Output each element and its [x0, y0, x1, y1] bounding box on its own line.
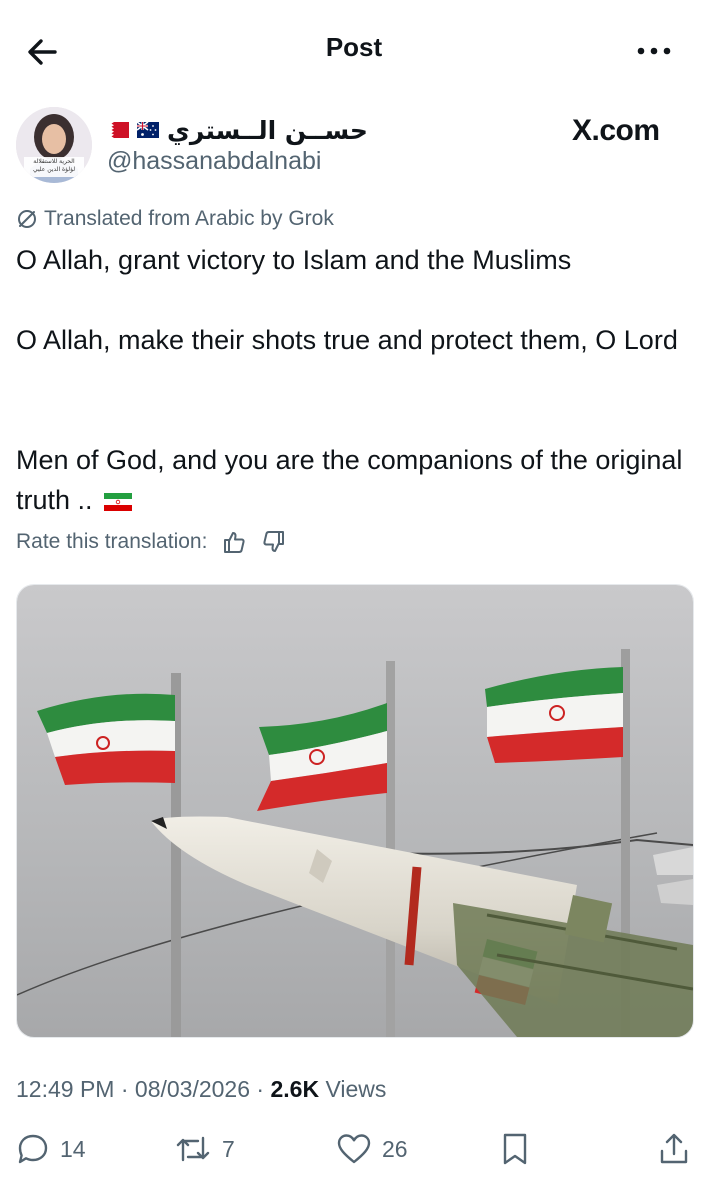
post-meta: 12:49 PM · 08/03/2026 · 2.6K Views [16, 1076, 386, 1103]
thumbs-up-icon[interactable] [221, 529, 247, 555]
repost-button[interactable]: 7 [174, 1131, 235, 1167]
author-name-row[interactable]: حســن الــستري [107, 113, 368, 147]
post-text-line2: O Allah, make their shots true and prote… [16, 325, 678, 355]
author-display-name: حســن الــستري [167, 115, 368, 145]
rate-translation-label: Rate this translation: [16, 530, 208, 553]
page-title: Post [325, 32, 383, 62]
post-date: 08/03/2026 [134, 1076, 251, 1102]
rate-translation: Rate this translation: [16, 529, 287, 555]
reply-button[interactable]: 14 [16, 1131, 86, 1167]
reply-icon [18, 1134, 48, 1164]
author-handle[interactable]: @hassanabdalnabi [107, 147, 321, 176]
share-button[interactable] [658, 1131, 690, 1167]
translation-label: Translated from Arabic by Grok [16, 207, 334, 231]
views-label: Views [325, 1076, 387, 1102]
more-options-button[interactable] [634, 36, 674, 66]
post-text-line3: Men of God, and you are the companions o… [16, 440, 686, 520]
like-count: 26 [382, 1135, 408, 1162]
repost-icon [176, 1136, 210, 1162]
like-button[interactable]: 26 [336, 1131, 408, 1167]
post-time: 12:49 PM [16, 1076, 115, 1102]
meta-separator-2: · [256, 1076, 265, 1102]
heart-icon [337, 1134, 371, 1164]
missile-and-flags-photo [17, 585, 693, 1037]
repost-count: 7 [222, 1135, 235, 1162]
avatar[interactable]: الحرية للاستقلالة لؤلؤة الدين عليي [16, 107, 92, 183]
share-icon [660, 1133, 688, 1164]
post-text-line1: O Allah, grant victory to Islam and the … [16, 245, 572, 275]
australia-flag-icon [137, 122, 159, 138]
bookmark-button[interactable] [500, 1131, 530, 1167]
translation-label-text: Translated from Arabic by Grok [44, 207, 334, 230]
views-count: 2.6K [270, 1076, 320, 1102]
meta-separator-1: · [120, 1076, 129, 1102]
bahrain-flag-icon [107, 122, 129, 138]
translate-icon [18, 210, 36, 228]
x-com-watermark: X.com [572, 114, 660, 147]
iran-flag-icon [104, 493, 133, 511]
bookmark-icon [503, 1133, 527, 1165]
avatar-caption: الحرية للاستقلالة لؤلؤة الدين عليي [32, 158, 76, 173]
post-media-image[interactable] [16, 584, 694, 1038]
more-dots-icon [637, 47, 671, 55]
thumbs-down-icon[interactable] [261, 529, 287, 555]
reply-count: 14 [60, 1135, 86, 1162]
